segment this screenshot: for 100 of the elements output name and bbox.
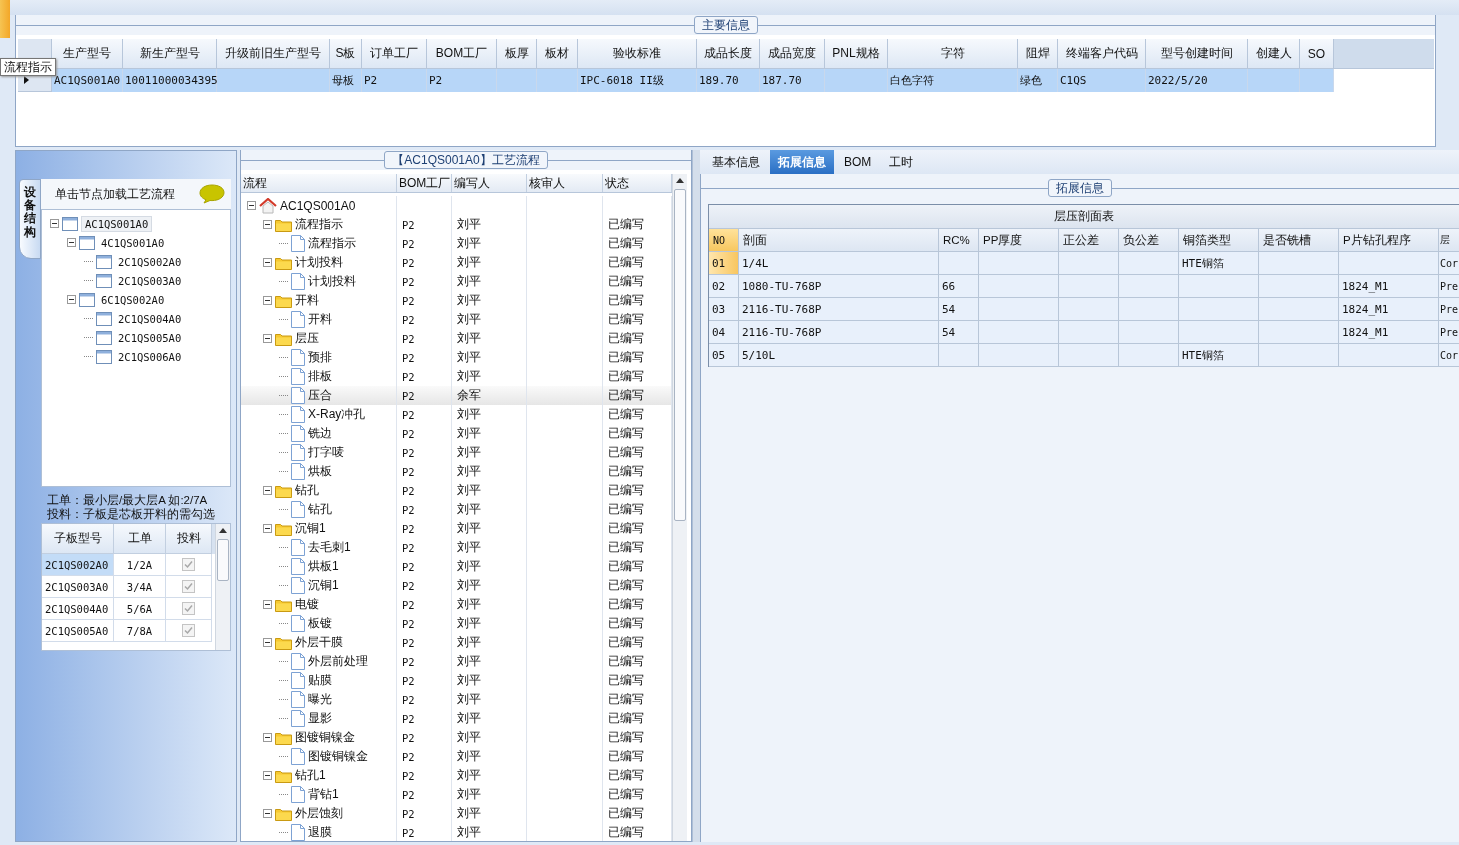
column-header[interactable]: 状态 bbox=[603, 174, 672, 192]
column-header[interactable]: P片钻孔程序 bbox=[1339, 229, 1439, 252]
collapse-icon[interactable] bbox=[263, 771, 272, 780]
column-header[interactable]: BOM工厂 bbox=[427, 39, 497, 69]
tree-row[interactable]: AC1QS001A0 bbox=[241, 196, 672, 215]
tree-item[interactable]: AC1QS001A0 bbox=[81, 215, 153, 232]
column-header[interactable]: 生产型号 bbox=[52, 39, 123, 69]
column-header[interactable]: 铜箔类型 bbox=[1179, 229, 1259, 252]
scrollbar[interactable] bbox=[215, 524, 230, 650]
column-header[interactable]: RC% bbox=[939, 229, 979, 252]
column-header[interactable]: PNL规格 bbox=[825, 39, 888, 69]
column-header[interactable]: 字符 bbox=[888, 39, 1018, 69]
column-header[interactable]: S板 bbox=[330, 39, 362, 69]
column-header[interactable]: 工单 bbox=[114, 524, 166, 554]
tree-row[interactable]: 沉铜1 P2 刘平 已编写 bbox=[241, 576, 672, 595]
column-header[interactable]: 负公差 bbox=[1119, 229, 1179, 252]
tree-row[interactable]: 铣边 P2 刘平 已编写 bbox=[241, 424, 672, 443]
collapse-icon[interactable] bbox=[263, 258, 272, 267]
tab[interactable]: 工时 bbox=[881, 150, 922, 174]
tree-row[interactable]: 贴膜 P2 刘平 已编写 bbox=[241, 671, 672, 690]
vertical-tab[interactable]: 设备结构 bbox=[19, 179, 41, 259]
tree-row[interactable]: 背钻1 P2 刘平 已编写 bbox=[241, 785, 672, 804]
column-header[interactable]: 型号创建时间 bbox=[1146, 39, 1248, 69]
column-header[interactable]: 层 bbox=[1439, 229, 1459, 252]
tree-row[interactable]: 烘板1 P2 刘平 已编写 bbox=[241, 557, 672, 576]
collapse-icon[interactable] bbox=[263, 600, 272, 609]
tab[interactable]: BOM bbox=[836, 150, 880, 174]
column-header[interactable]: PP厚度 bbox=[979, 229, 1059, 252]
tree-row[interactable]: 计划投料 P2 刘平 已编写 bbox=[241, 272, 672, 291]
tree-row[interactable]: 沉铜1 P2 刘平 已编写 bbox=[241, 519, 672, 538]
column-header[interactable]: 升级前旧生产型号 bbox=[217, 39, 330, 69]
column-header[interactable]: 验收标准 bbox=[578, 39, 697, 69]
checkbox[interactable] bbox=[182, 558, 195, 571]
side-handle[interactable] bbox=[0, 0, 10, 38]
tree-row[interactable]: 预排 P2 刘平 已编写 bbox=[241, 348, 672, 367]
tree-row[interactable]: 计划投料 P2 刘平 已编写 bbox=[241, 253, 672, 272]
column-header[interactable]: 核审人 bbox=[527, 174, 603, 192]
checkbox[interactable] bbox=[182, 580, 195, 593]
collapse-icon[interactable] bbox=[263, 334, 272, 343]
tree-row[interactable]: 钻孔1 P2 刘平 已编写 bbox=[241, 766, 672, 785]
column-header[interactable]: 编写人 bbox=[452, 174, 527, 192]
tree-row[interactable]: 外层前处理 P2 刘平 已编写 bbox=[241, 652, 672, 671]
tree-row[interactable]: 开料 P2 刘平 已编写 bbox=[241, 310, 672, 329]
column-header[interactable]: 成品宽度 bbox=[760, 39, 825, 69]
column-header[interactable]: 创建人 bbox=[1248, 39, 1300, 69]
checkbox[interactable] bbox=[182, 602, 195, 615]
tree-row[interactable]: 曝光 P2 刘平 已编写 bbox=[241, 690, 672, 709]
collapse-icon[interactable] bbox=[67, 295, 76, 304]
collapse-icon[interactable] bbox=[247, 201, 256, 210]
column-header[interactable]: 正公差 bbox=[1059, 229, 1119, 252]
tree-item[interactable]: 4C1QS001A0 bbox=[98, 235, 168, 250]
tab[interactable]: 基本信息 bbox=[704, 150, 768, 174]
column-header[interactable]: 板材 bbox=[537, 39, 578, 69]
tree-row[interactable]: 钻孔 P2 刘平 已编写 bbox=[241, 500, 672, 519]
tree-item[interactable]: 2C1QS006A0 bbox=[115, 349, 185, 364]
column-header[interactable]: 终端客户代码 bbox=[1058, 39, 1146, 69]
tree-row[interactable]: 钻孔 P2 刘平 已编写 bbox=[241, 481, 672, 500]
tree-row[interactable]: 层压 P2 刘平 已编写 bbox=[241, 329, 672, 348]
tree-row[interactable]: 外层干膜 P2 刘平 已编写 bbox=[241, 633, 672, 652]
tree-row[interactable]: 电镀 P2 刘平 已编写 bbox=[241, 595, 672, 614]
column-header[interactable]: BOM工厂 bbox=[397, 174, 452, 192]
column-header[interactable]: 投料 bbox=[166, 524, 212, 554]
tree-row[interactable]: 烘板 P2 刘平 已编写 bbox=[241, 462, 672, 481]
tree-item[interactable]: 2C1QS002A0 bbox=[115, 254, 185, 269]
scrollbar[interactable] bbox=[672, 174, 687, 841]
tree-item[interactable]: 6C1QS002A0 bbox=[98, 292, 168, 307]
tree-row[interactable]: 板镀 P2 刘平 已编写 bbox=[241, 614, 672, 633]
column-header[interactable]: SO bbox=[1300, 39, 1334, 69]
column-header[interactable]: 子板型号 bbox=[42, 524, 114, 554]
collapse-icon[interactable] bbox=[263, 220, 272, 229]
tree-row[interactable]: 图镀铜镍金 P2 刘平 已编写 bbox=[241, 728, 672, 747]
tree-row[interactable]: X-Ray冲孔 P2 刘平 已编写 bbox=[241, 405, 672, 424]
tree-row[interactable]: 打字唛 P2 刘平 已编写 bbox=[241, 443, 672, 462]
tab[interactable]: 拓展信息 bbox=[770, 150, 834, 174]
column-header[interactable]: 订单工厂 bbox=[362, 39, 427, 69]
collapse-icon[interactable] bbox=[263, 296, 272, 305]
column-header[interactable]: NO bbox=[709, 229, 739, 252]
tree-row[interactable]: 退膜 P2 刘平 已编写 bbox=[241, 823, 672, 841]
checkbox[interactable] bbox=[182, 624, 195, 637]
tree-row[interactable]: 流程指示 P2 刘平 已编写 bbox=[241, 215, 672, 234]
collapse-icon[interactable] bbox=[263, 486, 272, 495]
tree-row[interactable]: 压合 P2 余军 已编写 bbox=[241, 386, 672, 405]
column-header[interactable]: 阻焊 bbox=[1018, 39, 1058, 69]
tree-row[interactable]: 开料 P2 刘平 已编写 bbox=[241, 291, 672, 310]
tree-row[interactable]: 流程指示 P2 刘平 已编写 bbox=[241, 234, 672, 253]
collapse-icon[interactable] bbox=[263, 809, 272, 818]
column-header[interactable]: 剖面 bbox=[739, 229, 939, 252]
column-header[interactable]: 成品长度 bbox=[697, 39, 760, 69]
collapse-icon[interactable] bbox=[263, 524, 272, 533]
tree-row[interactable]: 外层蚀刻 P2 刘平 已编写 bbox=[241, 804, 672, 823]
column-header[interactable]: 流程 bbox=[241, 174, 397, 192]
column-header[interactable]: 新生产型号 bbox=[123, 39, 217, 69]
tree-row[interactable]: 去毛刺1 P2 刘平 已编写 bbox=[241, 538, 672, 557]
tree-item[interactable]: 2C1QS003A0 bbox=[115, 273, 185, 288]
collapse-icon[interactable] bbox=[50, 219, 59, 228]
collapse-icon[interactable] bbox=[263, 638, 272, 647]
tree-row[interactable]: 图镀铜镍金 P2 刘平 已编写 bbox=[241, 747, 672, 766]
tree-item[interactable]: 2C1QS005A0 bbox=[115, 330, 185, 345]
collapse-icon[interactable] bbox=[67, 238, 76, 247]
collapse-icon[interactable] bbox=[263, 733, 272, 742]
